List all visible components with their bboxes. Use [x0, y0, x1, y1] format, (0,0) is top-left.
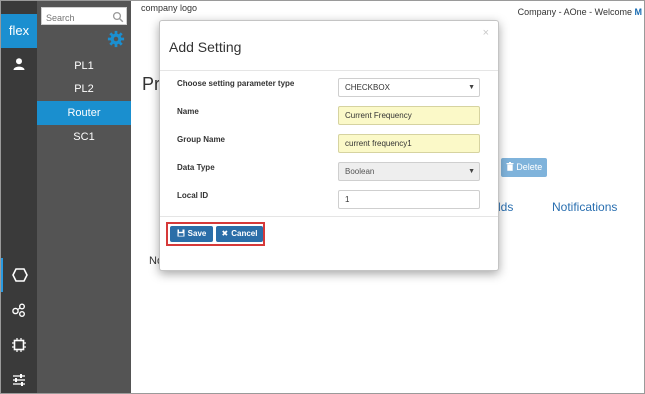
- delete-label: Delete: [516, 162, 543, 172]
- user-icon[interactable]: [1, 47, 37, 81]
- welcome-text: Company - AOne - Welcome M: [518, 7, 642, 17]
- name-label: Name: [177, 107, 199, 116]
- data-type-select[interactable]: Boolean ▼: [338, 162, 480, 181]
- page-title: Pr: [142, 74, 160, 94]
- cancel-label: Cancel: [231, 229, 258, 238]
- sidebar: PL1 PL2 Router SC1: [37, 1, 131, 393]
- name-field[interactable]: Current Frequency: [338, 106, 480, 125]
- sidebar-item-pl1[interactable]: PL1: [37, 54, 131, 78]
- nodes-icon[interactable]: [1, 293, 37, 327]
- hexagon-icon[interactable]: [1, 258, 37, 292]
- group-name-label: Group Name: [177, 135, 226, 144]
- divider: [160, 70, 498, 71]
- search-box: [41, 7, 127, 28]
- param-type-value: CHECKBOX: [345, 83, 390, 92]
- data-type-label: Data Type: [177, 163, 215, 172]
- close-icon[interactable]: ×: [483, 27, 489, 39]
- cancel-button[interactable]: ✖ Cancel: [216, 226, 263, 242]
- search-icon[interactable]: [112, 10, 124, 28]
- divider: [160, 216, 498, 217]
- save-label: Save: [187, 229, 207, 238]
- local-id-label: Local ID: [177, 191, 209, 200]
- param-type-label: Choose setting parameter type: [177, 79, 295, 88]
- close-icon: ✖: [221, 229, 229, 238]
- trash-icon: [506, 162, 517, 172]
- chevron-down-icon: ▼: [468, 84, 475, 91]
- gear-icon[interactable]: [107, 30, 125, 53]
- sliders-icon[interactable]: [1, 363, 37, 393]
- sidebar-item-sc1[interactable]: SC1: [37, 125, 131, 149]
- tab-fields[interactable]: lds: [498, 200, 513, 214]
- param-type-select[interactable]: CHECKBOX ▼: [338, 78, 480, 97]
- company-logo: company logo: [141, 3, 198, 13]
- tab-notifications[interactable]: Notifications: [552, 200, 617, 214]
- action-buttons-highlight: Save ✖ Cancel: [166, 222, 265, 246]
- welcome-label: Company - AOne - Welcome: [517, 7, 635, 17]
- add-setting-modal: Add Setting × Choose setting parameter t…: [159, 20, 499, 271]
- user-link[interactable]: M: [635, 7, 643, 17]
- brand-logo[interactable]: flex: [1, 14, 37, 48]
- local-id-field[interactable]: 1: [338, 190, 480, 209]
- data-type-value: Boolean: [345, 167, 375, 176]
- app-window: flex Search PL1 PL2 Router SC1 company l…: [0, 0, 645, 394]
- delete-button[interactable]: Delete: [501, 158, 547, 177]
- sidebar-item-pl2[interactable]: PL2: [37, 77, 131, 101]
- group-name-field[interactable]: current frequency1: [338, 134, 480, 153]
- modal-title: Add Setting: [169, 39, 242, 55]
- chevron-down-icon: ▼: [468, 168, 475, 175]
- search-input[interactable]: [42, 10, 116, 26]
- save-icon: [177, 226, 185, 242]
- sidebar-item-router[interactable]: Router: [37, 101, 131, 125]
- chip-icon[interactable]: [1, 328, 37, 362]
- icon-rail: flex: [1, 1, 37, 393]
- save-button[interactable]: Save: [170, 226, 213, 242]
